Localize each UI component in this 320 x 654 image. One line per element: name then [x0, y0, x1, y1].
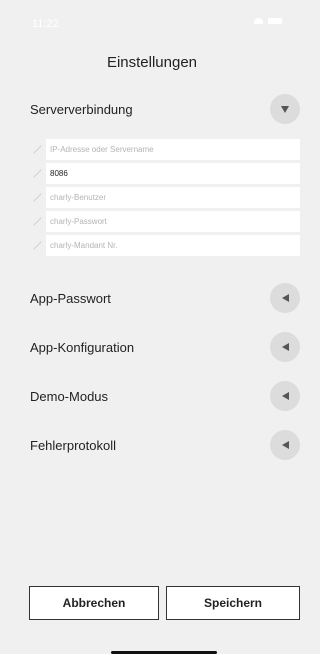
cancel-button[interactable]: Abbrechen	[29, 586, 159, 620]
status-time: 11:22	[32, 18, 59, 30]
section-fehlerprotokoll[interactable]: Fehlerprotokoll	[30, 428, 300, 462]
status-icons	[254, 18, 282, 24]
expand-button[interactable]	[270, 332, 300, 362]
section-label: App-Passwort	[30, 290, 111, 306]
triangle-left-icon	[281, 392, 289, 400]
section-label: Demo-Modus	[30, 388, 109, 404]
status-bar: 11:22	[0, 0, 304, 44]
charly-password-row	[30, 211, 300, 232]
section-demo-modus[interactable]: Demo-Modus	[30, 379, 300, 413]
charly-mandant-input[interactable]	[46, 235, 300, 256]
port-input[interactable]	[46, 163, 300, 184]
triangle-down-icon	[281, 105, 289, 113]
section-serververbindung[interactable]: Serververbindung	[30, 92, 300, 126]
wifi-icon	[254, 18, 263, 24]
server-address-row	[30, 139, 300, 160]
charly-password-input[interactable]	[46, 211, 300, 232]
section-app-passwort[interactable]: App-Passwort	[30, 281, 300, 315]
edit-icon	[30, 167, 44, 181]
triangle-left-icon	[281, 343, 289, 351]
expand-button[interactable]	[270, 381, 300, 411]
charly-mandant-row	[30, 235, 300, 256]
server-address-input[interactable]	[46, 139, 300, 160]
edit-icon	[30, 215, 44, 229]
save-button[interactable]: Speichern	[166, 586, 300, 620]
battery-icon	[268, 18, 282, 24]
section-label: App-Konfiguration	[30, 339, 135, 355]
port-row	[30, 163, 300, 184]
collapse-button[interactable]	[270, 94, 300, 124]
edit-icon	[30, 239, 44, 253]
expand-button[interactable]	[270, 430, 300, 460]
section-label: Serververbindung	[30, 101, 133, 117]
section-app-konfiguration[interactable]: App-Konfiguration	[30, 330, 300, 364]
section-label: Fehlerprotokoll	[30, 437, 116, 453]
edit-icon	[30, 191, 44, 205]
charly-user-row	[30, 187, 300, 208]
edit-icon	[30, 143, 44, 157]
expand-button[interactable]	[270, 283, 300, 313]
triangle-left-icon	[281, 294, 289, 302]
charly-user-input[interactable]	[46, 187, 300, 208]
page-title: Einstellungen	[106, 54, 198, 71]
triangle-left-icon	[281, 441, 289, 449]
